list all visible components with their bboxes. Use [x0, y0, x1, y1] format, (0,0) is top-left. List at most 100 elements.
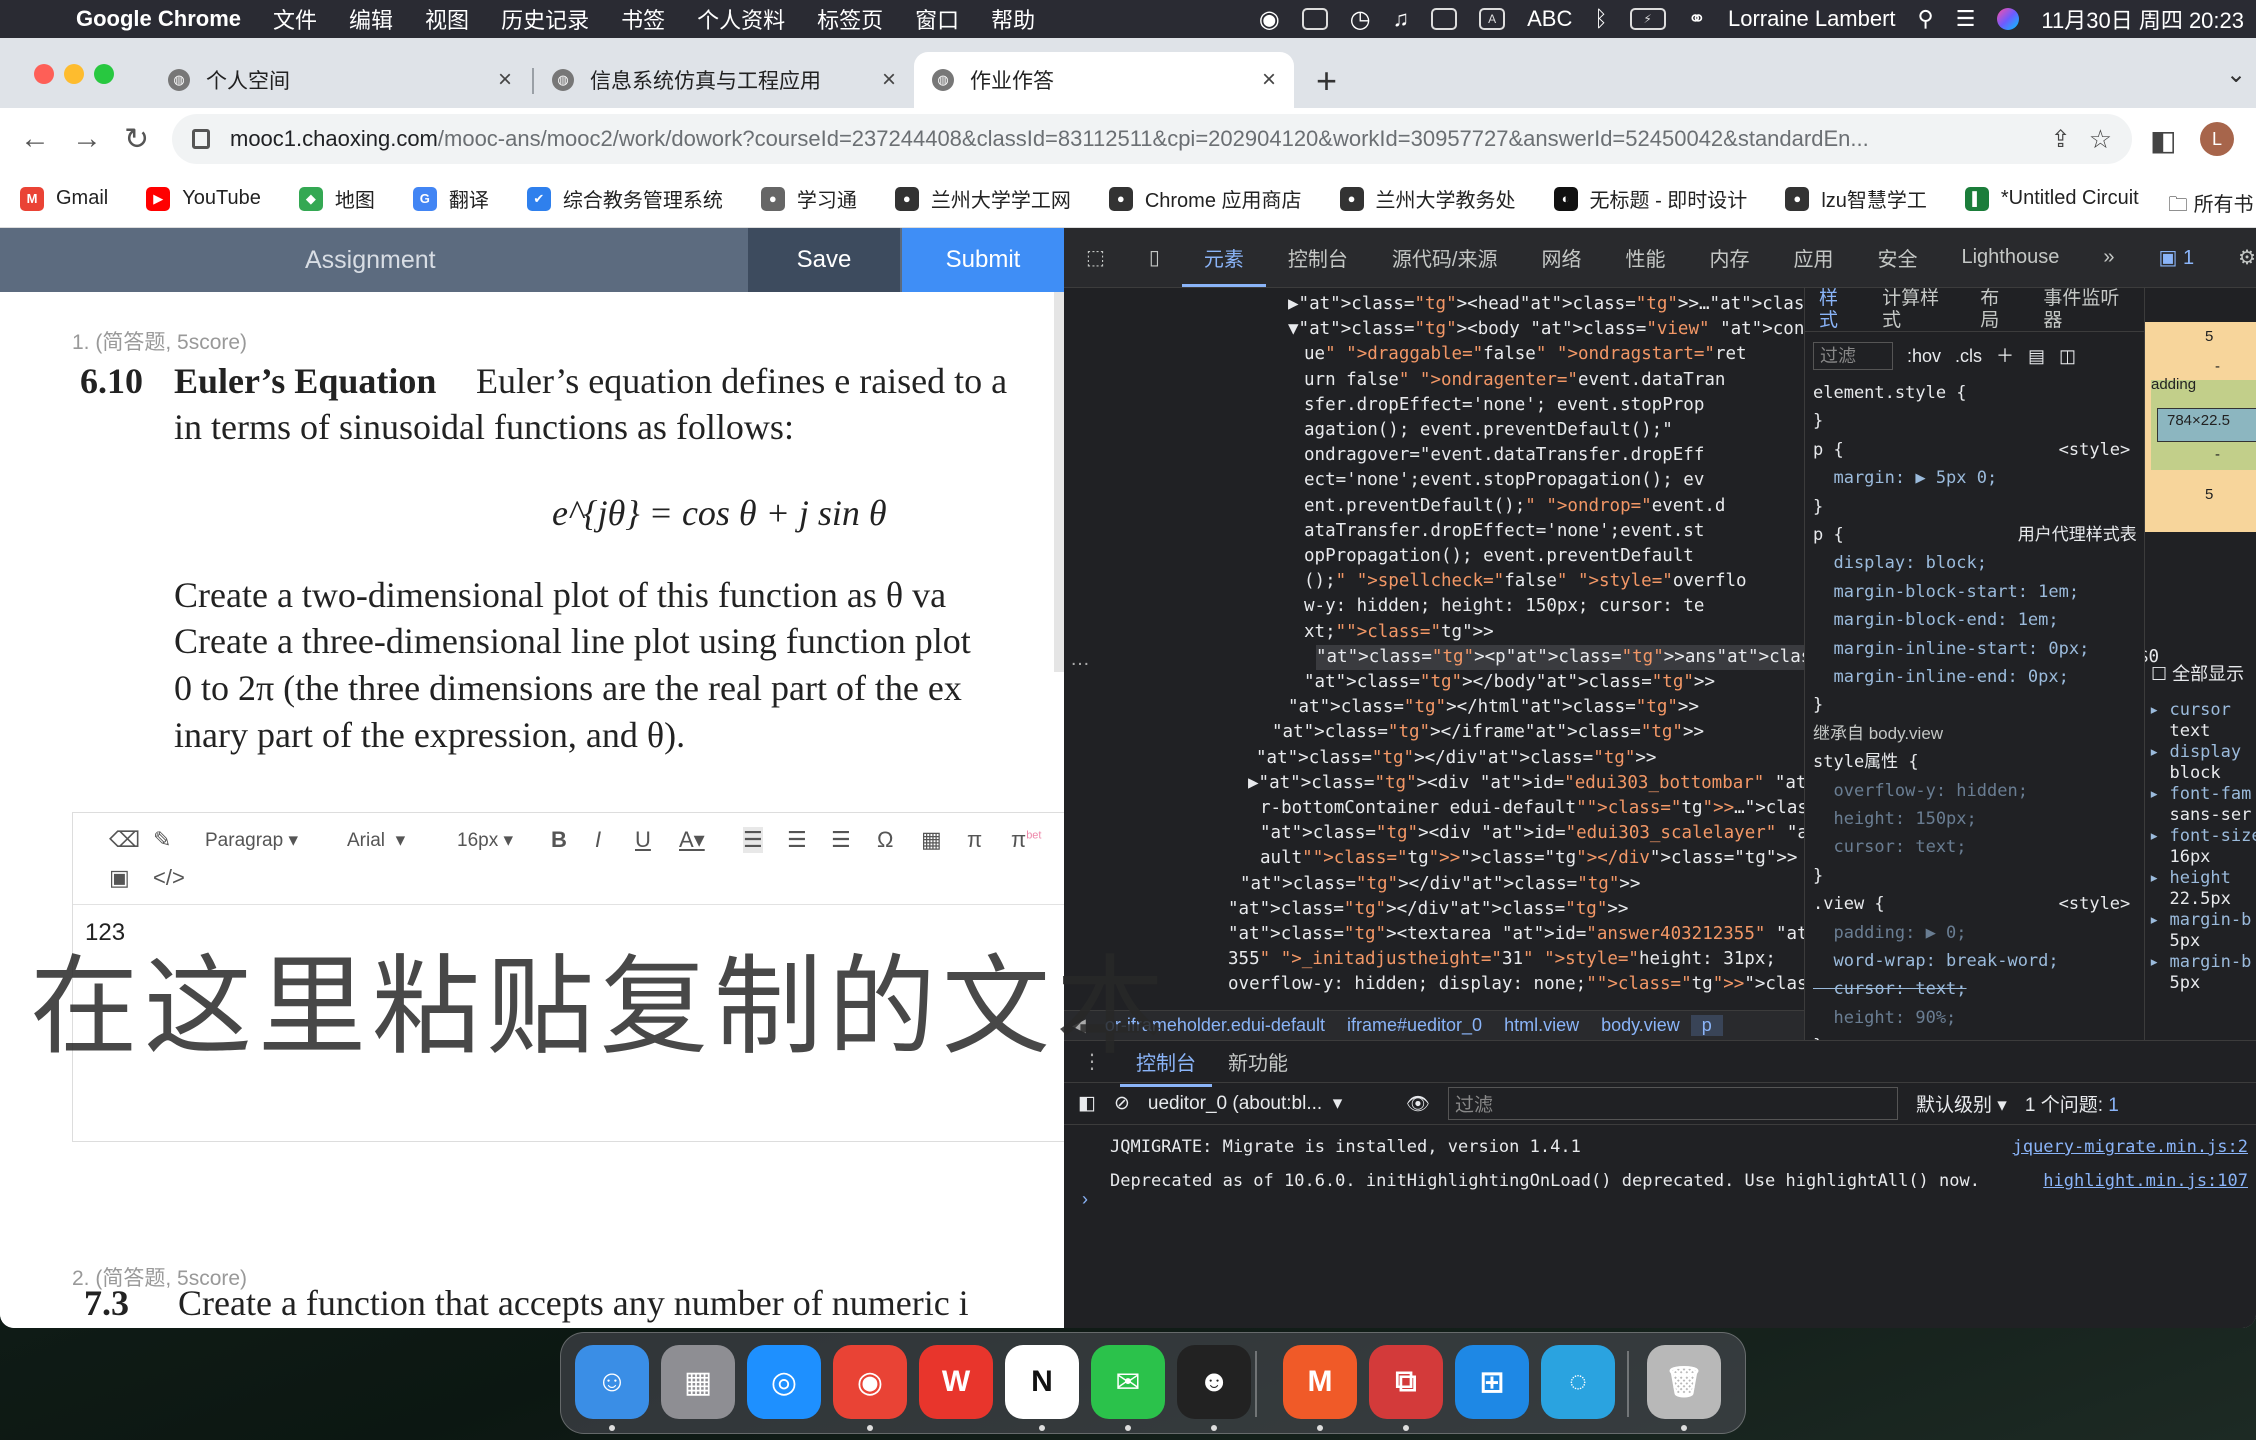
xmind-icon[interactable]: M	[1283, 1345, 1357, 1419]
log-level-select[interactable]: 默认级别 ▾	[1916, 1090, 2007, 1117]
style-rule-line[interactable]: margin-inline-start: 0px;	[1813, 638, 2089, 660]
elements-tree[interactable]: ▶"at">class="tg"><head"at">class="tg">>……	[1064, 288, 2159, 1028]
devtools-tab[interactable]: 安全	[1855, 243, 1939, 272]
bookmark-item[interactable]: G 翻译	[412, 184, 489, 213]
console-filter-input[interactable]: 过滤	[1448, 1087, 1898, 1120]
bookmark-item[interactable]: ◐ 无标题 - 即时设计	[1553, 184, 1747, 213]
bookmark-item[interactable]: ● 兰州大学学工网	[894, 184, 1071, 213]
italic-icon[interactable]: I	[595, 827, 601, 853]
bookmark-item[interactable]: ● 学习通	[760, 184, 857, 213]
reload-icon[interactable]: ↻	[124, 122, 149, 157]
font-color-icon[interactable]: A▾	[679, 827, 705, 853]
styles-subtab[interactable]: 事件监听器	[2029, 288, 2144, 332]
menu-item-file[interactable]: 文件	[257, 3, 333, 35]
forward-icon[interactable]: →	[72, 122, 102, 156]
styles-filter-input[interactable]: 过滤	[1813, 342, 1893, 370]
save-button[interactable]: Save	[748, 228, 900, 292]
console-source-link[interactable]: highlight.min.js:107	[2043, 1171, 2248, 1191]
sidebar-toggle-icon[interactable]: ◫	[2059, 345, 2076, 367]
input-source-icon[interactable]: A	[1479, 8, 1506, 30]
issues-badge[interactable]: ▣ 1	[2136, 245, 2216, 270]
menu-item-window[interactable]: 窗口	[899, 3, 975, 35]
menubar-user[interactable]: Lorraine Lambert	[1728, 6, 1896, 32]
devtools-tab[interactable]: Lighthouse	[1939, 246, 2081, 269]
computed-property[interactable]: ▸ font-fam	[2149, 784, 2256, 805]
cls-toggle[interactable]: .cls	[1955, 345, 1982, 367]
tab-homework[interactable]: ◍ 作业作答 ×	[914, 52, 1294, 108]
dom-node-line[interactable]: opPropagation(); event.preventDefault	[1304, 544, 1694, 569]
siri-icon[interactable]	[1997, 8, 2020, 30]
bookmark-item[interactable]: ▌ *Untitled Circuit	[1964, 186, 2139, 211]
tab-personal-space[interactable]: ◍ 个人空间 ×	[150, 52, 530, 108]
menubar-clock[interactable]: 11月30日 周四 20:23	[2041, 3, 2244, 35]
styles-subtab[interactable]: 计算样式	[1868, 288, 1966, 332]
dom-node-line[interactable]: 355" ">_initadjustheight="31" ">style="h…	[1228, 947, 1776, 972]
style-rule-line[interactable]: }	[1813, 496, 1823, 518]
breadcrumb-item[interactable]: body.view	[1590, 1015, 1691, 1036]
devtools-tab[interactable]: 内存	[1687, 243, 1771, 272]
dom-node-line[interactable]: ();" ">spellcheck="false" ">style="overf…	[1304, 569, 1747, 594]
devtools-tab[interactable]: 网络	[1519, 243, 1603, 272]
dom-node-line[interactable]: "at">class="tg"></body"at">class="tg">>	[1304, 670, 1715, 695]
add-rule-icon[interactable]: ＋	[1996, 345, 2014, 367]
style-rule-line[interactable]: 继承自 body.view	[1813, 723, 1943, 745]
computed-property[interactable]: ▸ margin-b	[2149, 952, 2256, 973]
style-rule-line[interactable]: word-wrap: break-word;	[1813, 950, 2058, 972]
style-rule-line[interactable]: margin-inline-end: 0px;	[1813, 666, 2068, 688]
breadcrumb-item[interactable]: html.view	[1493, 1015, 1590, 1036]
console-sidebar-icon[interactable]: ◧	[1078, 1092, 1096, 1115]
windows-icon[interactable]: ⊞	[1455, 1345, 1529, 1419]
dom-node-line[interactable]: "at">class="tg"></div"at">class="tg">>	[1240, 872, 1640, 897]
style-rule-line[interactable]: p { <style>	[1813, 439, 2130, 461]
bookmark-item[interactable]: ▶ YouTube	[146, 186, 261, 211]
style-rule-line[interactable]: cursor: text;	[1813, 836, 1966, 858]
devtools-tab[interactable]: 控制台	[1266, 243, 1370, 272]
side-panel-icon[interactable]: ◧	[2150, 124, 2176, 157]
close-tab-icon[interactable]: ×	[882, 66, 896, 94]
dom-node-line[interactable]: w-y: hidden; height: 150px; cursor: te	[1304, 594, 1704, 619]
bookmark-item[interactable]: ◆ 地图	[298, 184, 375, 213]
menu-item-tabs[interactable]: 标签页	[801, 3, 899, 35]
align-center-icon[interactable]: ☰	[787, 827, 807, 853]
airpods-icon[interactable]: ♫	[1393, 6, 1410, 32]
dom-node-line[interactable]: xt;"">class="tg">>	[1304, 620, 1494, 645]
share-icon[interactable]: ⇪	[2051, 125, 2071, 154]
dom-node-line[interactable]: agation(); event.preventDefault();"	[1304, 418, 1673, 443]
devtools-tab[interactable]: 源代码/来源	[1370, 243, 1520, 272]
qq-icon[interactable]: ☻	[1177, 1345, 1251, 1419]
computed-property[interactable]: 16px	[2149, 847, 2256, 868]
dom-node-line[interactable]: sfer.dropEffect='none'; event.stopProp	[1304, 393, 1704, 418]
align-right-icon[interactable]: ☰	[831, 827, 851, 853]
computed-property[interactable]: ▸ height	[2149, 868, 2256, 889]
pi-icon[interactable]: π	[967, 827, 982, 853]
style-rule-line[interactable]: element.style {	[1813, 382, 1967, 404]
formula-icon[interactable]: πbet	[1011, 827, 1041, 853]
link-icon[interactable]: ⚭	[1688, 6, 1706, 32]
devtools-tab[interactable]: 性能	[1603, 243, 1687, 272]
style-rule-line[interactable]: overflow-y: hidden;	[1813, 780, 2027, 802]
edge-icon[interactable]: ◌	[1541, 1345, 1615, 1419]
close-tab-icon[interactable]: ×	[498, 66, 512, 94]
clear-console-icon[interactable]: ⊘	[1114, 1092, 1130, 1115]
address-bar[interactable]: mooc1.chaoxing.com/mooc-ans/mooc2/work/d…	[172, 114, 2132, 164]
profile-avatar[interactable]: L	[2200, 122, 2234, 156]
tab-system-simulation[interactable]: ◍ 信息系统仿真与工程应用 ×	[534, 52, 914, 108]
submit-button[interactable]: Submit	[902, 228, 1064, 292]
bookmark-star-icon[interactable]: ☆	[2089, 124, 2112, 155]
inspect-element-icon[interactable]: ⬚	[1064, 245, 1127, 270]
notion-icon[interactable]: N	[1005, 1345, 1079, 1419]
parallels-icon[interactable]: ⧉	[1369, 1345, 1443, 1419]
page-scrollbar[interactable]	[1054, 292, 1064, 672]
devtools-tab[interactable]: 元素	[1181, 228, 1266, 287]
close-window-button[interactable]	[34, 64, 54, 84]
image-upload-icon[interactable]: ▣	[109, 865, 130, 891]
dom-node-line[interactable]: ue" ">draggable="false" ">ondragstart="r…	[1304, 342, 1747, 367]
more-tabs-icon[interactable]: »	[2081, 246, 2136, 269]
bluetooth-icon[interactable]: ᛒ	[1594, 6, 1607, 32]
spotlight-search-icon[interactable]: ⚲	[1918, 6, 1934, 32]
format-painter-icon[interactable]: ✎	[153, 827, 171, 853]
back-icon[interactable]: ←	[20, 122, 50, 156]
menu-item-view[interactable]: 视图	[409, 3, 485, 35]
bold-icon[interactable]: B	[551, 827, 567, 853]
dom-node-line[interactable]: "at">class="tg"></iframe"at">class="tg">…	[1272, 720, 1704, 745]
